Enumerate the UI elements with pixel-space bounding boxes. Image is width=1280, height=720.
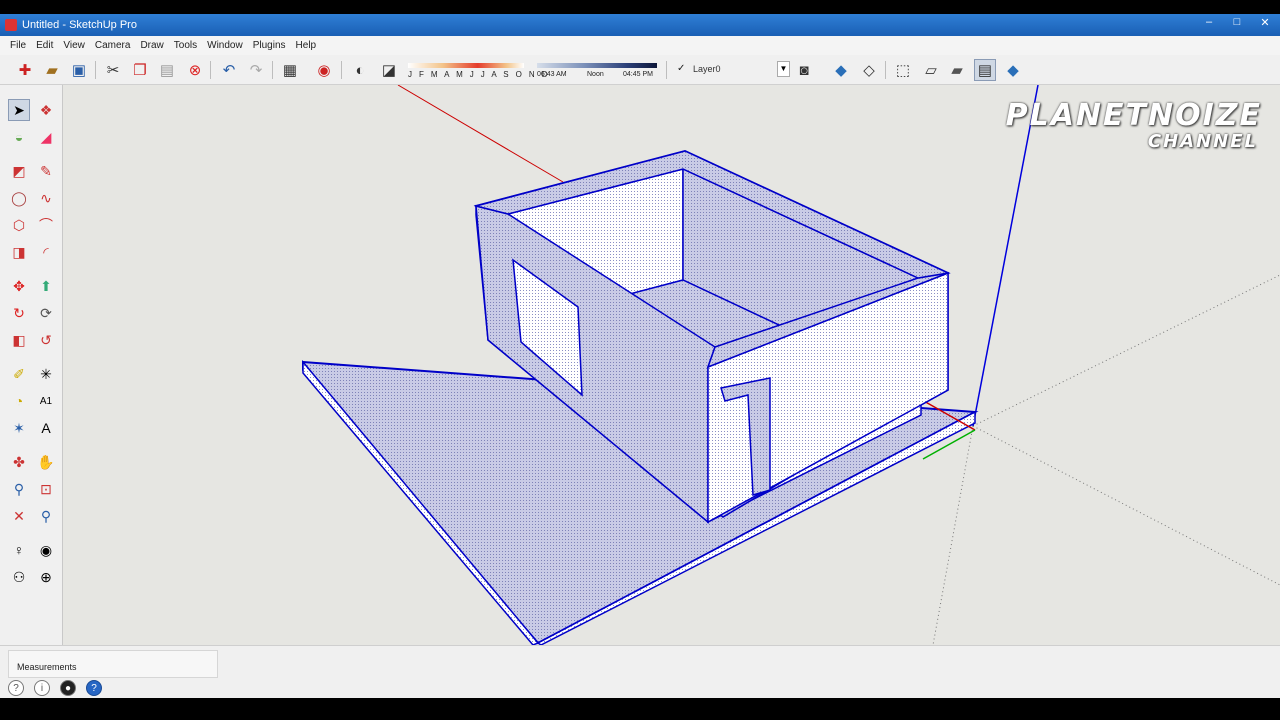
red-axis-line [397, 85, 564, 183]
rotate-tool-icon[interactable]: ↻ [8, 302, 30, 324]
axes-tool-icon[interactable]: ✶ [8, 417, 30, 439]
help-icon[interactable]: ? [86, 680, 102, 696]
make-component-icon[interactable]: ❖ [35, 99, 57, 121]
pie-tool-icon[interactable]: ◜ [35, 241, 57, 263]
shadow-settings-icon[interactable]: ◪ [378, 59, 400, 81]
open-folder-icon[interactable]: ▰ [41, 59, 63, 81]
push-pull-icon[interactable]: ⬆ [35, 275, 57, 297]
channel-watermark: PLANETNOIZE CHANNEL [1006, 101, 1262, 151]
layer-dropdown[interactable]: ▼ [777, 61, 790, 77]
screen-border-bottom [0, 698, 1280, 720]
3d-text-icon[interactable]: A [35, 417, 57, 439]
orbit-tool-icon[interactable]: ✤ [8, 451, 30, 473]
maximize-button[interactable]: □ [1230, 16, 1244, 29]
walk-tool-icon[interactable]: ⚇ [8, 566, 30, 588]
title-bar: Untitled - SketchUp Pro – □ ✕ [0, 14, 1280, 36]
offset-curve-icon[interactable]: ↺ [35, 329, 57, 351]
print-icon[interactable]: ▦ [279, 59, 301, 81]
look-around-icon[interactable]: ◉ [35, 539, 57, 561]
menu-plugins[interactable]: Plugins [248, 40, 291, 51]
erase-icon[interactable]: ⊗ [184, 59, 206, 81]
polygon-tool-icon[interactable]: ⬡ [8, 214, 30, 236]
window-title: Untitled - SketchUp Pro [22, 19, 137, 31]
measurements-box[interactable]: Measurements [8, 650, 218, 678]
menu-tools[interactable]: Tools [169, 40, 202, 51]
copy-icon[interactable]: ❐ [129, 59, 151, 81]
shadow-time-end: 04:45 PM [623, 71, 653, 78]
menu-camera[interactable]: Camera [90, 40, 136, 51]
menu-window[interactable]: Window [202, 40, 248, 51]
menu-help[interactable]: Help [291, 40, 322, 51]
screen-border-top [0, 0, 1280, 14]
redo-icon[interactable]: ↷ [245, 59, 267, 81]
user-account-icon[interactable]: ● [60, 680, 76, 696]
layer-manager-icon[interactable]: ◙ [793, 59, 815, 81]
offset-tool-icon[interactable]: ◨ [8, 241, 30, 263]
geo-location-icon[interactable]: ? [8, 680, 24, 696]
shadow-time-start: 06:43 AM [537, 71, 567, 78]
protractor-icon[interactable]: ◔ [8, 390, 30, 412]
menu-file[interactable]: File [0, 40, 31, 51]
menu-view[interactable]: View [58, 40, 90, 51]
view-iso-icon[interactable]: ◆ [830, 59, 852, 81]
new-file-icon[interactable]: ✚ [14, 59, 36, 81]
position-camera-icon[interactable]: ♀ [8, 539, 30, 561]
move-tool-icon[interactable]: ✥ [8, 275, 30, 297]
tool-palette: ➤ ❖ ◒ ◢ ◩ ✎ ◯ ∿ ⬡ ⌒ ◨ ◜ ✥ ⬆ ↻ ⟳ ◧ ↺ ✐ ✳ … [0, 85, 63, 645]
model-viewport[interactable]: PLANETNOIZE CHANNEL [63, 85, 1280, 645]
shadow-months-label: J F M A M J J A S O N D [408, 70, 550, 79]
arc-tool-icon[interactable]: ∿ [35, 187, 57, 209]
zoom-extents-icon[interactable]: ✕ [8, 505, 30, 527]
section-plane-icon[interactable]: ⊕ [35, 566, 57, 588]
sketchup-window: Untitled - SketchUp Pro – □ ✕ File Edit … [0, 0, 1280, 720]
save-icon[interactable]: ▣ [68, 59, 90, 81]
layer-name: Layer0 [693, 64, 721, 74]
circle-tool-icon[interactable]: ◯ [8, 187, 30, 209]
style-hidden-line-icon[interactable]: ▰ [946, 59, 968, 81]
credits-icon[interactable]: i [34, 680, 50, 696]
tape-measure-icon[interactable]: ✐ [8, 363, 30, 385]
style-shaded-icon[interactable]: ▤ [974, 59, 996, 81]
menu-edit[interactable]: Edit [31, 40, 58, 51]
display-shadows-icon[interactable]: ◐ [349, 59, 371, 81]
line-tool-icon[interactable]: ✎ [35, 160, 57, 182]
style-shaded-texture-icon[interactable]: ◆ [1002, 59, 1024, 81]
eraser-icon[interactable]: ◢ [35, 126, 57, 148]
measurements-label: Measurements [17, 662, 77, 672]
zoom-tool-icon[interactable]: ⚲ [8, 478, 30, 500]
shadow-date-slider[interactable]: J F M A M J J A S O N D [406, 59, 547, 81]
menu-draw[interactable]: Draw [135, 40, 168, 51]
minimize-button[interactable]: – [1202, 16, 1216, 29]
model-drawing [302, 85, 1280, 645]
style-wireframe-icon[interactable]: ▱ [920, 59, 942, 81]
watermark-line-2: CHANNEL [1147, 131, 1258, 152]
layer-checkmark: ✓ [677, 63, 686, 74]
pan-tool-icon[interactable]: ✋ [35, 451, 57, 473]
text-tool-icon[interactable]: A1 [35, 390, 57, 412]
view-top-icon[interactable]: ◇ [858, 59, 880, 81]
paste-icon[interactable]: ▤ [156, 59, 178, 81]
close-button[interactable]: ✕ [1258, 16, 1272, 29]
previous-view-icon[interactable]: ⚲ [35, 505, 57, 527]
model-info-icon[interactable]: ◉ [313, 59, 335, 81]
watermark-line-1: PLANETNOIZE [1005, 98, 1262, 133]
menu-bar: File Edit View Camera Draw Tools Window … [0, 36, 1280, 55]
select-tool-icon[interactable]: ➤ [8, 99, 30, 121]
shadow-time-slider[interactable]: 06:43 AM Noon 04:45 PM [533, 59, 659, 81]
style-xray-icon[interactable]: ⬚ [892, 59, 914, 81]
freehand-tool-icon[interactable]: ⌒ [35, 214, 57, 236]
undo-icon[interactable]: ↶ [218, 59, 240, 81]
cut-icon[interactable]: ✂ [102, 59, 124, 81]
zoom-window-icon[interactable]: ⊡ [35, 478, 57, 500]
shadow-time-noon: Noon [587, 71, 604, 78]
follow-me-icon[interactable]: ⟳ [35, 302, 57, 324]
paint-bucket-icon[interactable]: ◒ [8, 126, 30, 148]
status-bar: Measurements ? i ● ? [0, 645, 1280, 698]
scale-tool-icon[interactable]: ◧ [8, 329, 30, 351]
sketchup-app-icon [5, 19, 17, 31]
dimension-tool-icon[interactable]: ✳ [35, 363, 57, 385]
rectangle-tool-icon[interactable]: ◩ [8, 160, 30, 182]
